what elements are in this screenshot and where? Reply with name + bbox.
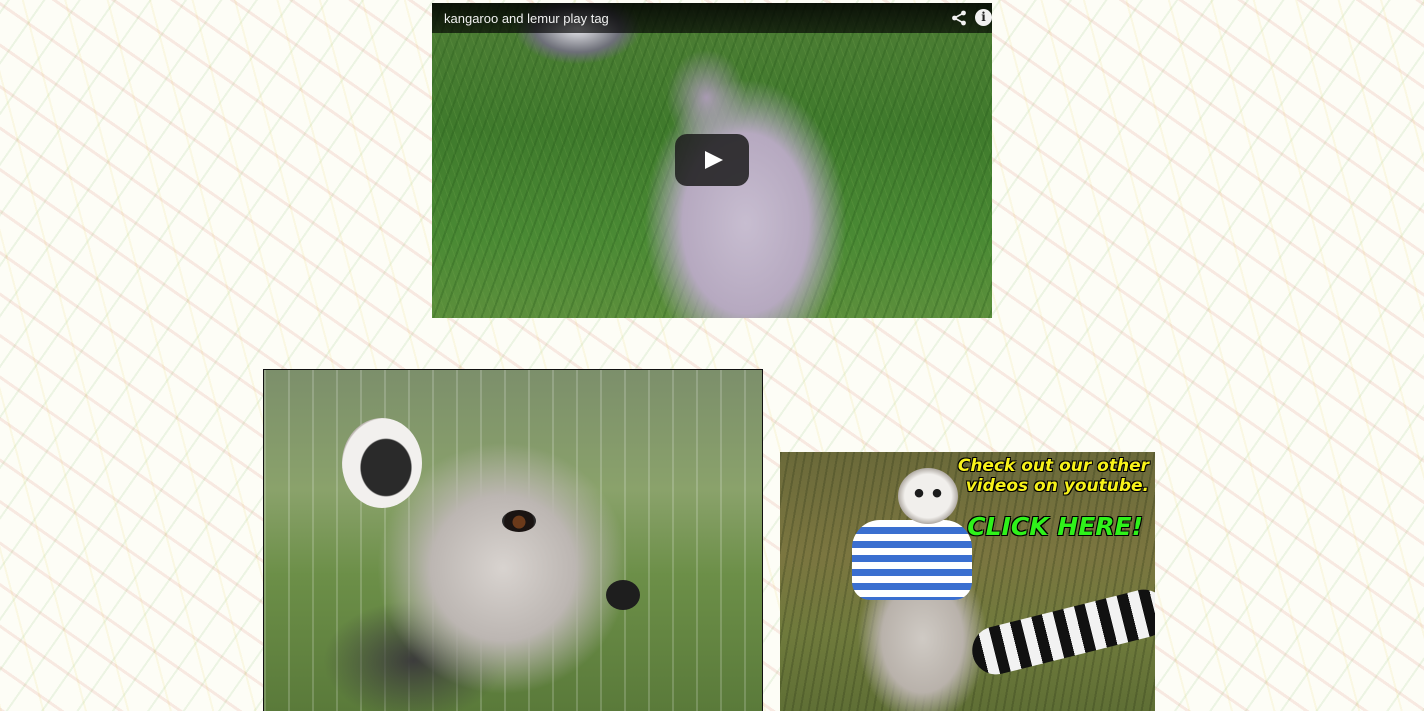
promo-text-line-2: videos on youtube.	[965, 476, 1149, 496]
info-icon[interactable]: i	[975, 9, 992, 26]
lemur-nose	[606, 580, 640, 610]
youtube-promo-link[interactable]: Check out our other videos on youtube. C…	[780, 452, 1155, 711]
lemur-ear	[342, 418, 422, 508]
lemur-tail	[967, 584, 1155, 680]
play-button[interactable]	[675, 134, 749, 186]
lemur-shirt	[852, 520, 972, 600]
click-here-link[interactable]: CLICK HERE!	[967, 512, 1143, 541]
video-player[interactable]: kangaroo and lemur play tag i	[432, 3, 992, 318]
video-title-bar: kangaroo and lemur play tag i	[432, 3, 992, 33]
share-icon[interactable]	[951, 10, 967, 26]
lemur-photo	[263, 369, 763, 711]
lemur-head	[898, 468, 958, 524]
promo-text-line-1: Check out our other	[957, 456, 1149, 476]
lemur-eye	[502, 510, 536, 532]
video-title[interactable]: kangaroo and lemur play tag	[444, 11, 609, 26]
